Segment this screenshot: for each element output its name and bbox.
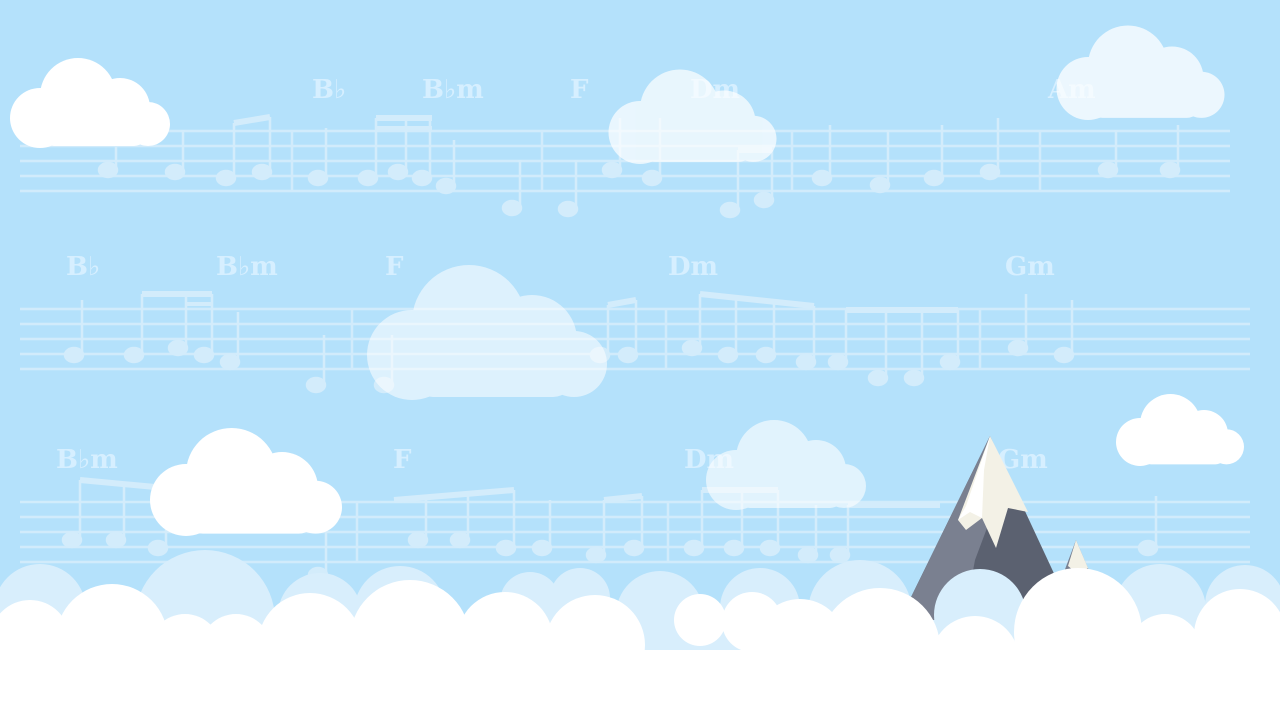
chord-label: B♭m [422,75,484,105]
sky-background: A B♭ B♭m F Dm Am B♭ B♭m F Dm Gm B♭m F Dm… [0,25,1280,720]
chord-label: B♭ [66,252,100,282]
chord-label: Dm [668,252,718,282]
cloud [150,428,342,536]
cloud [1116,394,1244,466]
cloud [706,420,866,510]
chord-label: F [385,252,404,282]
chord-labels: A B♭ B♭m F Dm Am B♭ B♭m F Dm Gm B♭m F Dm… [54,75,1096,475]
chord-label: F [570,75,589,105]
cloud [367,265,607,400]
chord-label: B♭ [312,75,346,105]
cloud [10,58,170,148]
chord-label: B♭m [216,252,278,282]
cloud [1056,25,1225,121]
chord-label: B♭m [56,445,118,475]
cloud [608,69,777,164]
chord-label: Gm [1005,252,1055,282]
chord-label: F [393,445,412,475]
